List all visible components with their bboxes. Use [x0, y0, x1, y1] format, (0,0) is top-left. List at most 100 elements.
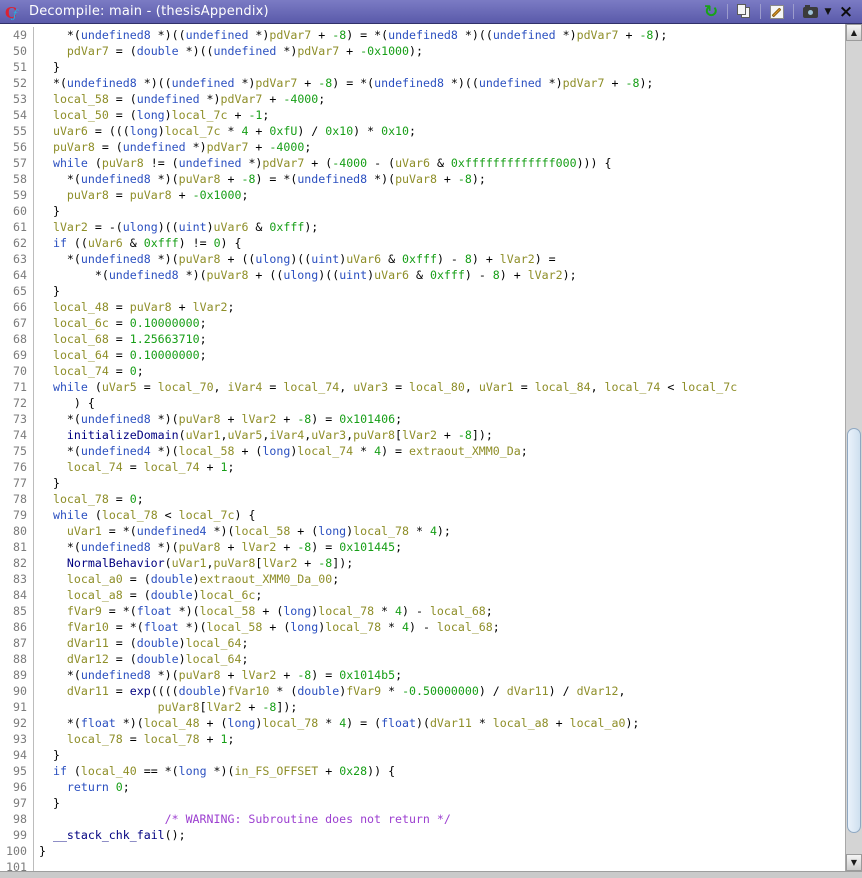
code-text[interactable]: *(undefined8 *)((undefined *)pdVar7 + -8… — [34, 75, 653, 91]
code-text[interactable]: dVar12 = (double)local_64; — [34, 651, 249, 667]
code-line[interactable]: 78 local_78 = 0; — [0, 491, 845, 507]
code-line[interactable]: 64 *(undefined8 *)(puVar8 + ((ulong)((ui… — [0, 267, 845, 283]
code-line[interactable]: 76 local_74 = local_74 + 1; — [0, 459, 845, 475]
code-text[interactable] — [34, 859, 39, 871]
code-line[interactable]: 66 local_48 = puVar8 + lVar2; — [0, 299, 845, 315]
code-text[interactable]: puVar8 = (undefined *)pdVar7 + -4000; — [34, 139, 311, 155]
code-line[interactable]: 82 NormalBehavior(uVar1,puVar8[lVar2 + -… — [0, 555, 845, 571]
code-text[interactable]: pdVar7 = (double *)((undefined *)pdVar7 … — [34, 43, 423, 59]
code-line[interactable]: 61 lVar2 = -(ulong)((uint)uVar6 & 0xfff)… — [0, 219, 845, 235]
scroll-down-button[interactable]: ▼ — [846, 854, 862, 871]
vertical-scrollbar[interactable]: ▲ ▼ — [845, 24, 862, 871]
code-text[interactable]: *(undefined4 *)(local_58 + (long)local_7… — [34, 443, 528, 459]
code-text[interactable]: if ((uVar6 & 0xfff) != 0) { — [34, 235, 242, 251]
code-line[interactable]: 51 } — [0, 59, 845, 75]
close-icon[interactable]: × — [836, 2, 856, 22]
code-text[interactable]: fVar9 = *(float *)(local_58 + (long)loca… — [34, 603, 493, 619]
code-line[interactable]: 73 *(undefined8 *)(puVar8 + lVar2 + -8) … — [0, 411, 845, 427]
code-text[interactable]: } — [34, 747, 60, 763]
code-text[interactable]: lVar2 = -(ulong)((uint)uVar6 & 0xfff); — [34, 219, 318, 235]
camera-icon[interactable] — [800, 2, 820, 22]
code-line[interactable]: 99 __stack_chk_fail(); — [0, 827, 845, 843]
code-line[interactable]: 53 local_58 = (undefined *)pdVar7 + -400… — [0, 91, 845, 107]
code-line[interactable]: 86 fVar10 = *(float *)(local_58 + (long)… — [0, 619, 845, 635]
code-line[interactable]: 55 uVar6 = (((long)local_7c * 4 + 0xfU) … — [0, 123, 845, 139]
code-text[interactable]: NormalBehavior(uVar1,puVar8[lVar2 + -8])… — [34, 555, 353, 571]
code-text[interactable]: puVar8 = puVar8 + -0x1000; — [34, 187, 249, 203]
code-text[interactable]: while (uVar5 = local_70, iVar4 = local_7… — [34, 379, 737, 395]
code-text[interactable]: local_78 = 0; — [34, 491, 144, 507]
code-text[interactable]: if (local_40 == *(long *)(in_FS_OFFSET +… — [34, 763, 395, 779]
code-text[interactable]: while (puVar8 != (undefined *)pdVar7 + (… — [34, 155, 612, 171]
code-text[interactable]: } — [34, 59, 60, 75]
code-line[interactable]: 49 *(undefined8 *)((undefined *)pdVar7 +… — [0, 27, 845, 43]
code-line[interactable]: 75 *(undefined4 *)(local_58 + (long)loca… — [0, 443, 845, 459]
code-text[interactable]: uVar6 = (((long)local_7c * 4 + 0xfU) / 0… — [34, 123, 416, 139]
code-line[interactable]: 85 fVar9 = *(float *)(local_58 + (long)l… — [0, 603, 845, 619]
code-text[interactable]: local_a0 = (double)extraout_XMM0_Da_00; — [34, 571, 339, 587]
code-text[interactable]: *(undefined8 *)((undefined *)pdVar7 + -8… — [34, 27, 667, 43]
code-text[interactable]: } — [34, 843, 46, 859]
code-line[interactable]: 57 while (puVar8 != (undefined *)pdVar7 … — [0, 155, 845, 171]
code-line[interactable]: 65 } — [0, 283, 845, 299]
code-line[interactable]: 74 initializeDomain(uVar1,uVar5,iVar4,uV… — [0, 427, 845, 443]
code-text[interactable]: *(undefined8 *)(puVar8 + lVar2 + -8) = 0… — [34, 667, 402, 683]
code-text[interactable]: local_74 = local_74 + 1; — [34, 459, 235, 475]
code-text[interactable]: local_50 = (long)local_7c + -1; — [34, 107, 269, 123]
code-text[interactable]: initializeDomain(uVar1,uVar5,iVar4,uVar3… — [34, 427, 493, 443]
code-text[interactable]: } — [34, 475, 60, 491]
code-text[interactable]: *(undefined8 *)(puVar8 + ((ulong)((uint)… — [34, 251, 556, 267]
code-text[interactable]: } — [34, 283, 60, 299]
code-line[interactable]: 100} — [0, 843, 845, 859]
code-line[interactable]: 87 dVar11 = (double)local_64; — [0, 635, 845, 651]
code-line[interactable]: 67 local_6c = 0.10000000; — [0, 315, 845, 331]
code-text[interactable]: *(undefined8 *)(puVar8 + lVar2 + -8) = 0… — [34, 411, 402, 427]
code-line[interactable]: 92 *(float *)(local_48 + (long)local_78 … — [0, 715, 845, 731]
code-line[interactable]: 98 /* WARNING: Subroutine does not retur… — [0, 811, 845, 827]
code-line[interactable]: 52 *(undefined8 *)((undefined *)pdVar7 +… — [0, 75, 845, 91]
code-line[interactable]: 71 while (uVar5 = local_70, iVar4 = loca… — [0, 379, 845, 395]
decompile-panel[interactable]: 49 *(undefined8 *)((undefined *)pdVar7 +… — [0, 24, 845, 871]
code-text[interactable]: local_78 = local_78 + 1; — [34, 731, 235, 747]
code-line[interactable]: 54 local_50 = (long)local_7c + -1; — [0, 107, 845, 123]
code-line[interactable]: 84 local_a8 = (double)local_6c; — [0, 587, 845, 603]
code-line[interactable]: 91 puVar8[lVar2 + -8]); — [0, 699, 845, 715]
code-line[interactable]: 101 — [0, 859, 845, 871]
code-line[interactable]: 77 } — [0, 475, 845, 491]
code-text[interactable]: dVar11 = exp((((double)fVar10 * (double)… — [34, 683, 626, 699]
code-area[interactable]: 49 *(undefined8 *)((undefined *)pdVar7 +… — [0, 24, 845, 871]
code-text[interactable]: *(float *)(local_48 + (long)local_78 * 4… — [34, 715, 640, 731]
code-line[interactable]: 79 while (local_78 < local_7c) { — [0, 507, 845, 523]
code-line[interactable]: 50 pdVar7 = (double *)((undefined *)pdVa… — [0, 43, 845, 59]
edit-icon[interactable] — [767, 2, 787, 22]
code-line[interactable]: 90 dVar11 = exp((((double)fVar10 * (doub… — [0, 683, 845, 699]
code-line[interactable]: 63 *(undefined8 *)(puVar8 + ((ulong)((ui… — [0, 251, 845, 267]
code-text[interactable]: *(undefined8 *)(puVar8 + -8) = *(undefin… — [34, 171, 486, 187]
code-line[interactable]: 97 } — [0, 795, 845, 811]
code-line[interactable]: 56 puVar8 = (undefined *)pdVar7 + -4000; — [0, 139, 845, 155]
code-line[interactable]: 94 } — [0, 747, 845, 763]
code-text[interactable]: *(undefined8 *)(puVar8 + ((ulong)((uint)… — [34, 267, 577, 283]
code-line[interactable]: 69 local_64 = 0.10000000; — [0, 347, 845, 363]
scrollbar-thumb[interactable] — [847, 428, 861, 833]
code-line[interactable]: 96 return 0; — [0, 779, 845, 795]
code-text[interactable]: puVar8[lVar2 + -8]); — [34, 699, 298, 715]
chevron-down-icon[interactable]: ▼ — [820, 2, 836, 22]
code-line[interactable]: 68 local_68 = 1.25663710; — [0, 331, 845, 347]
titlebar[interactable]: Cƒ Decompile: main - (thesisAppendix) ↻ … — [0, 0, 862, 24]
code-line[interactable]: 83 local_a0 = (double)extraout_XMM0_Da_0… — [0, 571, 845, 587]
code-text[interactable]: *(undefined8 *)(puVar8 + lVar2 + -8) = 0… — [34, 539, 402, 555]
code-line[interactable]: 89 *(undefined8 *)(puVar8 + lVar2 + -8) … — [0, 667, 845, 683]
code-line[interactable]: 80 uVar1 = *(undefined4 *)(local_58 + (l… — [0, 523, 845, 539]
code-line[interactable]: 60 } — [0, 203, 845, 219]
code-text[interactable]: local_a8 = (double)local_6c; — [34, 587, 262, 603]
code-line[interactable]: 95 if (local_40 == *(long *)(in_FS_OFFSE… — [0, 763, 845, 779]
code-text[interactable]: return 0; — [34, 779, 130, 795]
code-text[interactable]: uVar1 = *(undefined4 *)(local_58 + (long… — [34, 523, 451, 539]
code-text[interactable]: fVar10 = *(float *)(local_58 + (long)loc… — [34, 619, 500, 635]
code-line[interactable]: 88 dVar12 = (double)local_64; — [0, 651, 845, 667]
code-text[interactable]: local_6c = 0.10000000; — [34, 315, 207, 331]
scroll-up-button[interactable]: ▲ — [846, 24, 862, 41]
code-text[interactable]: local_68 = 1.25663710; — [34, 331, 207, 347]
code-text[interactable]: local_74 = 0; — [34, 363, 144, 379]
